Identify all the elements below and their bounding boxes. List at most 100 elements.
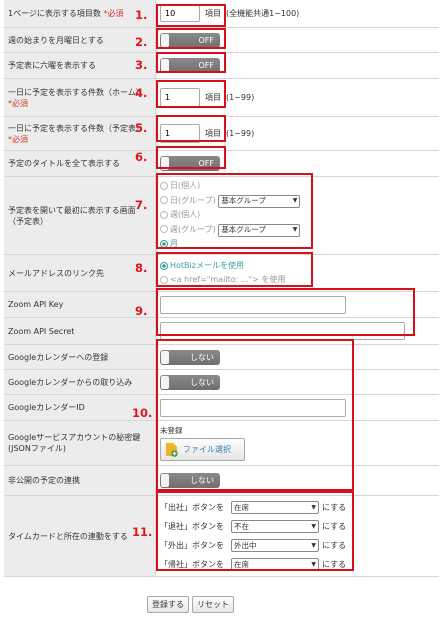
toggle-state: OFF <box>198 35 215 45</box>
label-items-per-page: 1ページに表示する項目数 <box>8 9 101 18</box>
status-select-checkin[interactable]: 在席 ▼ <box>231 501 319 514</box>
group-select-week[interactable]: 基本グループ ▼ <box>218 223 301 237</box>
radio-day-group[interactable]: 日(グループ) 基本グループ ▼ <box>160 194 301 209</box>
row-private-link: 非公開の予定の連携 しない <box>4 466 439 496</box>
row-home-count: 一日に予定を表示する件数（ホーム）*必須 項目 (1~99) <box>4 79 439 117</box>
private-link-toggle[interactable]: しない <box>160 473 220 488</box>
row-six-rows: 予定表に六曜を表示する OFF <box>4 53 439 79</box>
row-gcal-id: GoogleカレンダーID <box>4 395 439 421</box>
zoom-secret-input[interactable] <box>160 322 405 340</box>
toggle-knob <box>161 474 169 487</box>
marker-8: 8. <box>135 261 148 275</box>
gcal-id-input[interactable] <box>160 398 346 417</box>
radio-week-group[interactable]: 週(グループ) 基本グループ ▼ <box>160 223 301 238</box>
marker-11: 11. <box>132 525 153 539</box>
radio-mailto[interactable]: <a href="mailto: ..."> を使用 <box>160 273 285 287</box>
toggle-state: OFF <box>198 61 215 70</box>
chevron-down-icon: ▼ <box>311 542 316 549</box>
toggle-state: しない <box>190 377 214 387</box>
label-private-link: 非公開の予定の連携 <box>4 466 156 495</box>
row-first-view: 予定表を開いて最初に表示する画面（予定表） 日(個人) 日(グループ) 基本グル… <box>4 177 439 255</box>
unit-label: 項目 <box>205 129 221 138</box>
marker-1: 1. <box>135 8 148 22</box>
timecard-item-out: 「外出」ボタンを 外出中 ▼ にする <box>160 539 347 552</box>
marker-2: 2. <box>135 35 148 49</box>
radio-week-personal[interactable]: 週(個人) <box>160 208 200 223</box>
row-timecard: タイムカードと所在の連動をする 「出社」ボタンを 在席 ▼ にする 「退社」ボタンを不… <box>4 496 439 577</box>
label-gcal-import: Googleカレンダーからの取り込み <box>4 370 156 394</box>
row-zoom-secret: Zoom API Secret <box>4 318 439 345</box>
row-table-count: 一日に予定を表示する件数（予定表）*必須 項目 (1~99) <box>4 117 439 151</box>
label-first-view: 予定表を開いて最初に表示する画面（予定表） <box>4 177 156 254</box>
status-select-checkout[interactable]: 不在 ▼ <box>231 520 319 533</box>
label-full-title: 予定のタイトルを全て表示する <box>4 151 156 176</box>
chevron-down-icon: ▼ <box>311 523 316 530</box>
toggle-knob <box>161 350 169 364</box>
chevron-down-icon: ▼ <box>292 196 298 204</box>
required-mark: *必須 <box>8 134 28 144</box>
timecard-item-checkin: 「出社」ボタンを 在席 ▼ にする <box>160 501 347 514</box>
toggle-state: しない <box>190 352 214 362</box>
table-count-input[interactable] <box>160 124 200 143</box>
label-mail-link: メールアドレスのリンク先 <box>4 255 156 291</box>
row-week-start: 週の始まりを月曜日とする OFF <box>4 28 439 53</box>
marker-9: 9. <box>135 304 148 318</box>
unit-label: 項目 <box>205 93 221 102</box>
unit-label: 項目 <box>205 9 221 18</box>
marker-3: 3. <box>135 58 148 72</box>
label-zoom-key: Zoom API Key <box>4 292 156 317</box>
row-gsa-key: Googleサービスアカウントの秘密鍵(JSONファイル) 未登録 ファイル選択 <box>4 421 439 466</box>
status-select-out[interactable]: 外出中 ▼ <box>231 539 319 552</box>
range-note: (1~99) <box>226 93 255 102</box>
toggle-knob <box>161 157 169 170</box>
label-gcal-register: Googleカレンダーへの登録 <box>4 345 156 369</box>
full-title-toggle[interactable]: OFF <box>160 156 220 171</box>
range-note: (1~99) <box>226 129 255 138</box>
settings-form: 1ページに表示する項目数 *必須 項目 (全機能共通1~100) 週の始まりを月… <box>4 0 439 577</box>
six-rows-toggle[interactable]: OFF <box>160 58 220 73</box>
label-week-start: 週の始まりを月曜日とする <box>4 28 156 52</box>
toggle-knob <box>161 375 169 389</box>
radio-hotbiz-mail[interactable]: HotBizメールを使用 <box>160 259 244 273</box>
timecard-item-return: 「帰社」ボタンを 在席 ▼ にする <box>160 558 347 571</box>
home-count-input[interactable] <box>160 87 200 108</box>
radio-month[interactable]: 月 <box>160 237 178 252</box>
marker-4: 4. <box>135 86 148 100</box>
week-start-toggle[interactable]: OFF <box>160 32 220 48</box>
reset-button[interactable]: リセット <box>192 596 234 613</box>
toggle-state: しない <box>190 476 214 485</box>
marker-5: 5. <box>135 121 148 135</box>
add-file-icon <box>166 443 178 457</box>
file-select-button[interactable]: ファイル選択 <box>160 438 245 461</box>
form-footer: 登録する リセット <box>147 596 234 613</box>
chevron-down-icon: ▼ <box>311 561 316 568</box>
toggle-knob <box>161 59 169 72</box>
toggle-knob <box>161 33 169 47</box>
chevron-down-icon: ▼ <box>311 504 316 511</box>
required-mark: *必須 <box>103 9 124 18</box>
row-gcal-import: Googleカレンダーからの取り込み しない <box>4 370 439 395</box>
row-items-per-page: 1ページに表示する項目数 *必須 項目 (全機能共通1~100) <box>4 0 439 28</box>
gcal-import-toggle[interactable]: しない <box>160 374 220 390</box>
label-home-count: 一日に予定を表示する件数（ホーム） <box>8 87 144 97</box>
items-per-page-input[interactable] <box>160 5 200 22</box>
zoom-key-input[interactable] <box>160 295 346 314</box>
radio-day-personal[interactable]: 日(個人) <box>160 179 200 194</box>
gcal-register-toggle[interactable]: しない <box>160 349 220 365</box>
label-zoom-secret: Zoom API Secret <box>4 318 156 344</box>
marker-10: 10. <box>132 406 153 420</box>
toggle-state: OFF <box>198 159 215 168</box>
range-note: (全機能共通1~100) <box>226 9 300 18</box>
group-select-day[interactable]: 基本グループ ▼ <box>218 194 301 208</box>
row-zoom-key: Zoom API Key <box>4 292 439 318</box>
status-select-return[interactable]: 在席 ▼ <box>231 558 319 571</box>
label-six-rows: 予定表に六曜を表示する <box>4 53 156 78</box>
label-gsa-key: Googleサービスアカウントの秘密鍵(JSONファイル) <box>4 421 156 465</box>
submit-button[interactable]: 登録する <box>147 596 189 613</box>
gsa-key-status: 未登録 <box>160 426 183 435</box>
chevron-down-icon: ▼ <box>292 225 298 233</box>
row-full-title: 予定のタイトルを全て表示する OFF <box>4 151 439 177</box>
required-mark: *必須 <box>8 98 28 108</box>
marker-6: 6. <box>135 150 148 164</box>
row-gcal-register: Googleカレンダーへの登録 しない <box>4 345 439 370</box>
